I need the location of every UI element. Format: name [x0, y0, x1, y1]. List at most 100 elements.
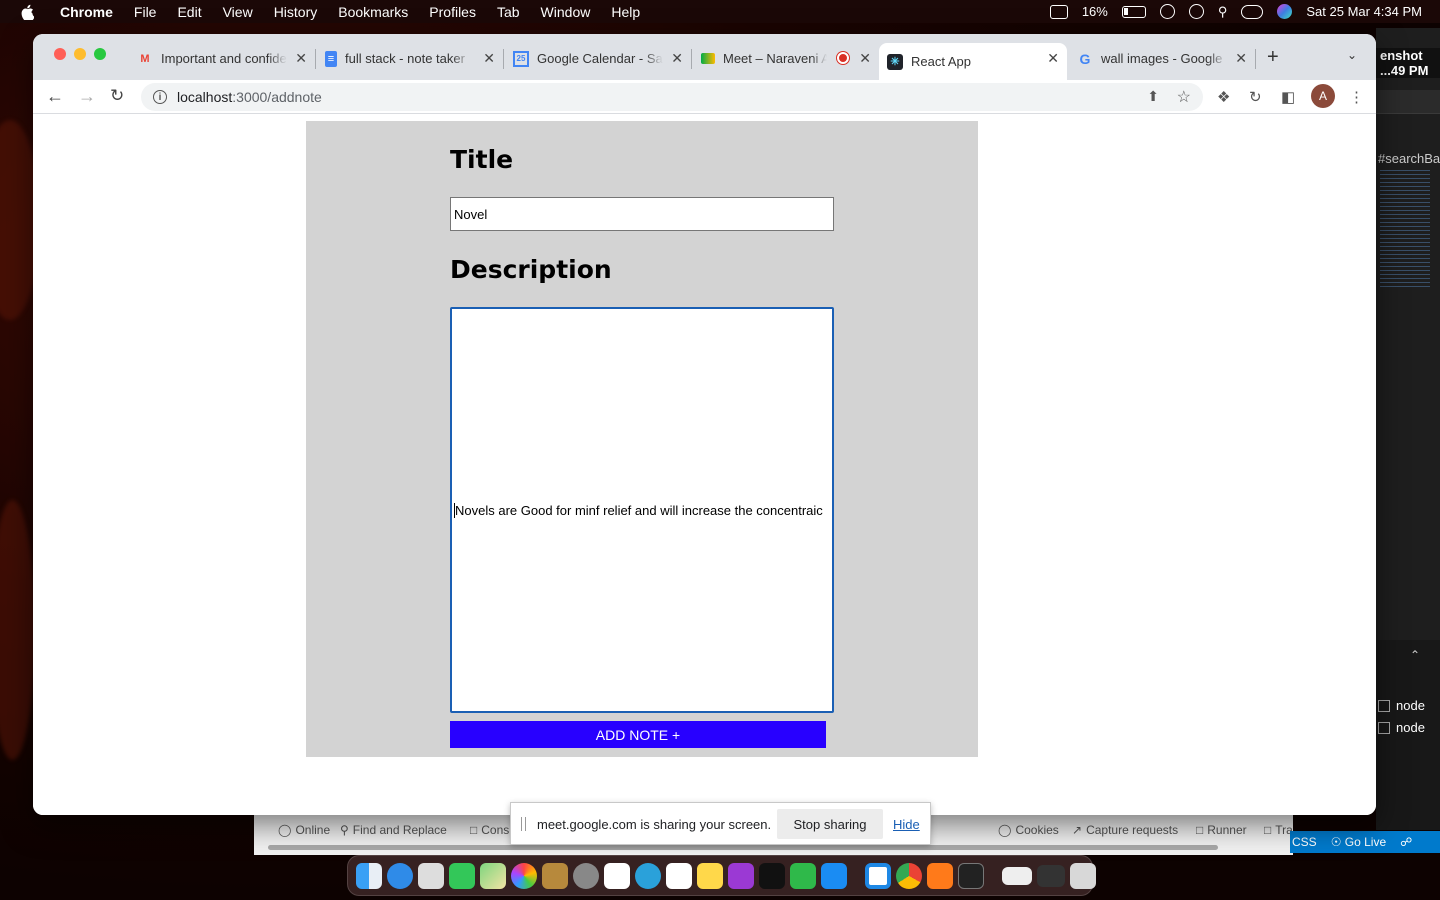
devtools-runner[interactable]: □ Runner	[1196, 823, 1247, 837]
description-textarea[interactable]: Novels are Good for minf relief and will…	[450, 307, 834, 713]
menu-bookmarks[interactable]: Bookmarks	[338, 4, 408, 20]
menu-app-name[interactable]: Chrome	[60, 4, 113, 20]
input-source-icon[interactable]	[1049, 4, 1068, 19]
launchpad-icon[interactable]	[418, 862, 444, 889]
feedback-icon[interactable]: ☍	[1400, 835, 1412, 849]
status-css[interactable]: CSS	[1292, 835, 1317, 849]
tab-calendar[interactable]: 25 Google Calendar - Sat ✕	[505, 43, 692, 74]
screen-mirroring-icon[interactable]	[1159, 4, 1175, 19]
fullscreen-window-button[interactable]	[94, 48, 106, 60]
vscode-icon[interactable]	[865, 862, 891, 889]
devtools-find-replace[interactable]: ⚲ Find and Replace	[340, 823, 447, 837]
apple-icon[interactable]	[20, 4, 34, 20]
tab-meet[interactable]: Meet – Naraveni A ✕	[693, 43, 879, 74]
tab-search-chevron-icon[interactable]: ⌄	[1347, 48, 1357, 62]
system-settings-icon[interactable]	[573, 862, 599, 889]
devtools-trash[interactable]: □ Tra	[1264, 823, 1293, 837]
notes-icon[interactable]	[542, 862, 568, 889]
site-info-icon[interactable]: i	[153, 90, 167, 104]
tab-docs[interactable]: ≡ full stack - note taker ✕	[317, 43, 504, 74]
appstore-icon[interactable]	[821, 862, 847, 889]
menu-window[interactable]: Window	[541, 4, 591, 20]
url-text[interactable]: localhost:3000/addnote	[177, 89, 322, 105]
tab-separator	[1255, 49, 1256, 69]
forward-button[interactable]: →	[78, 86, 96, 107]
terminal-row[interactable]: node	[1378, 698, 1425, 713]
appletv-icon[interactable]	[759, 862, 785, 889]
close-icon[interactable]: ✕	[859, 50, 871, 67]
share-icon[interactable]: ⬆	[1147, 88, 1159, 105]
siri-icon[interactable]	[1277, 4, 1293, 19]
menu-tab[interactable]: Tab	[497, 4, 520, 20]
side-panel-icon[interactable]: ◧	[1281, 88, 1295, 106]
control-center-icon[interactable]	[1241, 4, 1264, 19]
stop-sharing-button[interactable]: Stop sharing	[777, 809, 883, 839]
address-bar[interactable]: i localhost:3000/addnote ⬆ ☆	[141, 83, 1203, 111]
keyboard-icon[interactable]	[1002, 866, 1032, 885]
title-input[interactable]	[450, 197, 834, 231]
docs-icon: ≡	[325, 50, 337, 67]
back-button[interactable]: ←	[46, 86, 64, 107]
search-icon[interactable]: ⚲	[1218, 4, 1228, 20]
podcasts-icon[interactable]	[728, 862, 754, 889]
screenshot-thumbnail[interactable]: enshot ...49 PM	[1376, 48, 1440, 78]
go-live-label: Go Live	[1344, 835, 1387, 849]
chrome-icon[interactable]	[896, 862, 922, 889]
notes-yellow-icon[interactable]	[697, 862, 723, 889]
reload-button[interactable]: ↻	[110, 86, 124, 106]
close-window-button[interactable]	[54, 48, 66, 60]
terminal-icon	[1378, 721, 1390, 734]
messages-icon[interactable]	[449, 862, 475, 889]
devtools-cookies-label: Cookies	[1015, 823, 1059, 837]
battery-icon[interactable]	[1121, 5, 1146, 18]
close-icon[interactable]: ✕	[483, 50, 495, 67]
menu-profiles[interactable]: Profiles	[429, 4, 476, 20]
menubar-clock[interactable]: Sat 25 Mar 4:34 PM	[1306, 4, 1422, 19]
menu-history[interactable]: History	[274, 4, 318, 20]
description-heading: Description	[450, 255, 612, 284]
performance-icon[interactable]: ↻	[1249, 88, 1262, 106]
tab-google-search[interactable]: G wall images - Google ✕	[1069, 43, 1256, 74]
numbers-icon[interactable]	[790, 862, 816, 889]
tab-title: React App	[911, 54, 971, 69]
time-machine-icon[interactable]	[1188, 4, 1204, 19]
sublime-icon[interactable]	[927, 862, 953, 889]
menu-help[interactable]: Help	[611, 4, 640, 20]
devtools-online[interactable]: ◯ Online	[278, 823, 330, 837]
photos-icon[interactable]	[511, 862, 537, 889]
close-icon[interactable]: ✕	[1047, 50, 1059, 67]
hide-link[interactable]: Hide	[893, 817, 920, 832]
new-tab-button[interactable]: +	[1267, 46, 1279, 69]
avatar[interactable]: A	[1311, 84, 1335, 108]
chevron-up-icon[interactable]: ⌃	[1410, 648, 1420, 662]
menu-file[interactable]: File	[134, 4, 157, 20]
maps-icon[interactable]	[480, 862, 506, 889]
terminal-row[interactable]: node	[1378, 720, 1425, 735]
devtools-console[interactable]: □ Cons	[470, 823, 509, 837]
horizontal-scrollbar[interactable]	[268, 845, 1218, 850]
close-icon[interactable]: ✕	[671, 50, 683, 67]
status-go-live[interactable]: ☉ Go Live	[1331, 835, 1386, 849]
telegram-icon[interactable]	[635, 862, 661, 889]
safari-icon[interactable]	[387, 862, 413, 889]
devtools-capture[interactable]: ↗ Capture requests	[1072, 823, 1178, 837]
menu-view[interactable]: View	[223, 4, 253, 20]
bookmark-star-icon[interactable]: ☆	[1177, 87, 1191, 107]
menu-edit[interactable]: Edit	[177, 4, 201, 20]
close-icon[interactable]: ✕	[1235, 50, 1247, 67]
calendar-icon[interactable]	[604, 862, 630, 889]
close-icon[interactable]: ✕	[295, 50, 307, 67]
terminal-icon[interactable]	[958, 862, 984, 889]
screen-icon[interactable]	[1037, 864, 1065, 887]
add-note-button[interactable]: ADD NOTE +	[450, 721, 826, 748]
finder-icon[interactable]	[356, 862, 382, 889]
tab-gmail[interactable]: M Important and confide ✕	[129, 43, 316, 74]
devtools-cookies[interactable]: ◯ Cookies	[998, 823, 1059, 837]
tab-react-app[interactable]: ✳ React App ✕	[879, 43, 1067, 80]
minimize-window-button[interactable]	[74, 48, 86, 60]
extensions-puzzle-icon[interactable]: ❖	[1217, 88, 1230, 106]
trash-icon[interactable]	[1070, 862, 1096, 889]
drag-handle-icon[interactable]	[521, 817, 526, 831]
kebab-menu-icon[interactable]: ⋮	[1349, 88, 1364, 106]
reminders-icon[interactable]	[666, 862, 692, 889]
